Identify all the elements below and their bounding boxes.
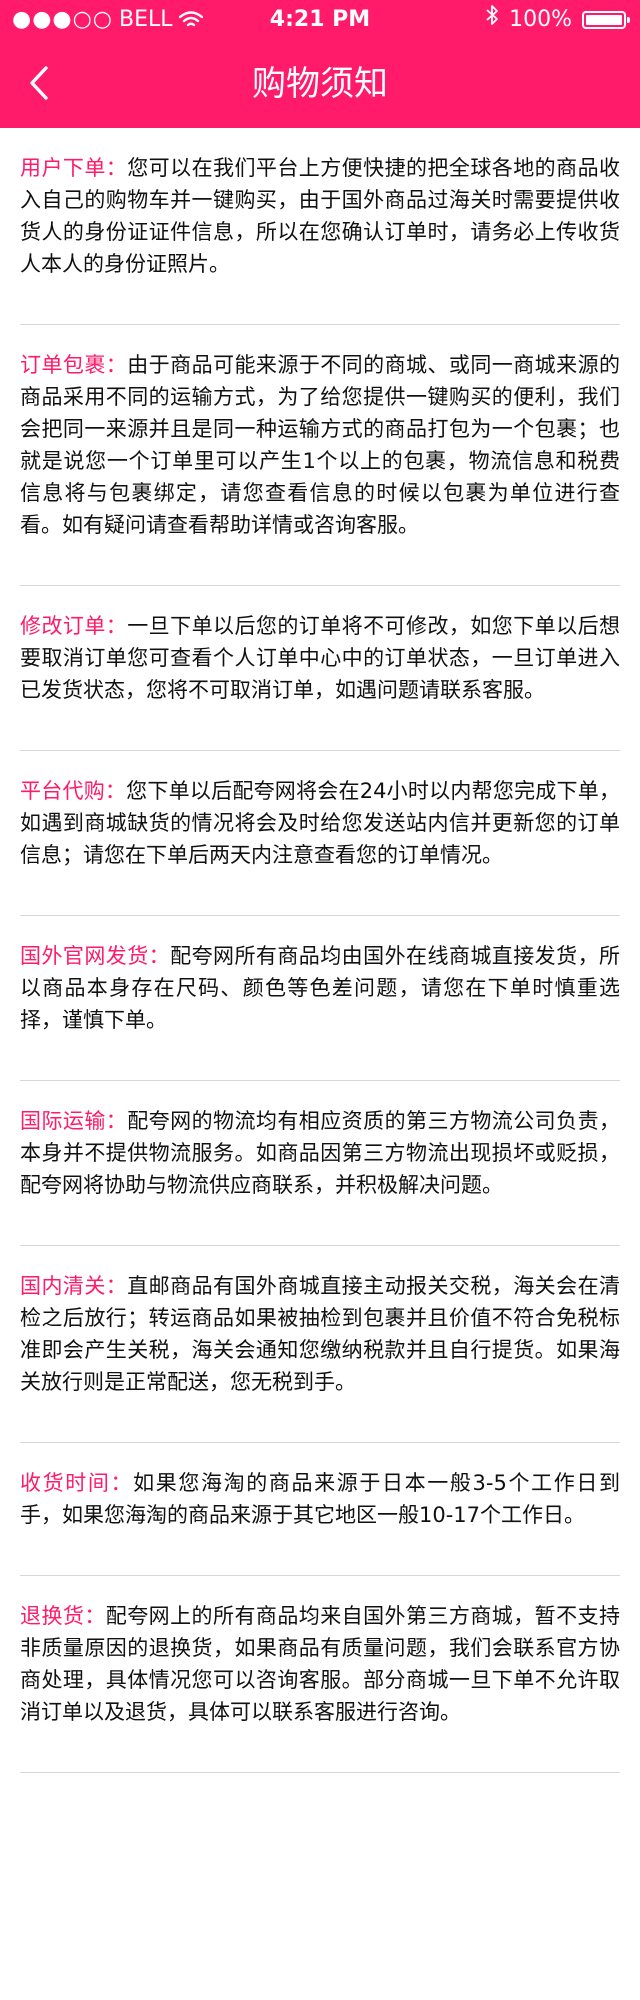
- notice-paragraph: 国内清关：直邮商品有国外商城直接主动报关交税，海关会在清检之后放行；转运商品如果…: [20, 1270, 620, 1398]
- notice-section-returns: 退换货：配夸网上的所有商品均来自国外第三方商城，暂不支持非质量原因的退换货，如果…: [20, 1576, 620, 1773]
- nav-bar: 购物须知: [0, 40, 640, 128]
- notice-paragraph: 用户下单：您可以在我们平台上方便快捷的把全球各地的商品收入自己的购物车并一键购买…: [20, 152, 620, 280]
- notice-label: 国际运输：: [20, 1109, 128, 1133]
- notice-label: 平台代购：: [20, 779, 127, 803]
- notice-label: 退换货：: [20, 1604, 106, 1628]
- notice-paragraph: 退换货：配夸网上的所有商品均来自国外第三方商城，暂不支持非质量原因的退换货，如果…: [20, 1600, 620, 1728]
- notice-label: 收货时间：: [20, 1471, 134, 1495]
- notice-body: 配夸网上的所有商品均来自国外第三方商城，暂不支持非质量原因的退换货，如果商品有质…: [20, 1604, 621, 1724]
- notice-section-overseas-shipping: 国外官网发货：配夸网所有商品均由国外在线商城直接发货，所以商品本身存在尺码、颜色…: [20, 916, 620, 1081]
- notice-section-international-transport: 国际运输：配夸网的物流均有相应资质的第三方物流公司负责，本身并不提供物流服务。如…: [20, 1081, 620, 1246]
- notice-label: 国外官网发货：: [20, 944, 171, 968]
- notice-section-modify-order: 修改订单：一旦下单以后您的订单将不可修改，如您下单以后想要取消订单您可查看个人订…: [20, 586, 620, 751]
- battery-level: [586, 15, 622, 25]
- status-right: 100%: [485, 0, 630, 40]
- notice-paragraph: 收货时间：如果您海淘的商品来源于日本一般3-5个工作日到手，如果您海淘的商品来源…: [20, 1467, 620, 1531]
- notice-label: 用户下单：: [20, 156, 128, 180]
- battery-percent: 100%: [509, 7, 572, 32]
- notice-label: 订单包裹：: [20, 353, 128, 377]
- bluetooth-icon: [485, 0, 499, 40]
- notice-paragraph: 国外官网发货：配夸网所有商品均由国外在线商城直接发货，所以商品本身存在尺码、颜色…: [20, 940, 620, 1036]
- notice-paragraph: 平台代购：您下单以后配夸网将会在24小时以内帮您完成下单，如遇到商城缺货的情况将…: [20, 775, 620, 871]
- notice-section-platform-purchase: 平台代购：您下单以后配夸网将会在24小时以内帮您完成下单，如遇到商城缺货的情况将…: [20, 751, 620, 916]
- notice-label: 修改订单：: [20, 614, 128, 638]
- notice-section-customs-clearance: 国内清关：直邮商品有国外商城直接主动报关交税，海关会在清检之后放行；转运商品如果…: [20, 1246, 620, 1443]
- notice-paragraph: 订单包裹：由于商品可能来源于不同的商城、或同一商城来源的商品采用不同的运输方式，…: [20, 349, 620, 541]
- notice-paragraph: 修改订单：一旦下单以后您的订单将不可修改，如您下单以后想要取消订单您可查看个人订…: [20, 610, 620, 706]
- status-bar: ●●●○○ BELL 4:21 PM 100%: [0, 0, 640, 40]
- notice-paragraph: 国际运输：配夸网的物流均有相应资质的第三方物流公司负责，本身并不提供物流服务。如…: [20, 1105, 620, 1201]
- notice-section-delivery-time: 收货时间：如果您海淘的商品来源于日本一般3-5个工作日到手，如果您海淘的商品来源…: [20, 1443, 620, 1576]
- notice-list: 用户下单：您可以在我们平台上方便快捷的把全球各地的商品收入自己的购物车并一键购买…: [20, 128, 620, 1773]
- notice-section-order-package: 订单包裹：由于商品可能来源于不同的商城、或同一商城来源的商品采用不同的运输方式，…: [20, 325, 620, 586]
- header: ●●●○○ BELL 4:21 PM 100% 购物须知: [0, 0, 640, 128]
- notice-body: 由于商品可能来源于不同的商城、或同一商城来源的商品采用不同的运输方式，为了给您提…: [20, 353, 621, 537]
- notice-section-user-order: 用户下单：您可以在我们平台上方便快捷的把全球各地的商品收入自己的购物车并一键购买…: [20, 128, 620, 325]
- notice-label: 国内清关：: [20, 1274, 128, 1298]
- page-title: 购物须知: [252, 64, 388, 104]
- battery-icon: [582, 11, 630, 29]
